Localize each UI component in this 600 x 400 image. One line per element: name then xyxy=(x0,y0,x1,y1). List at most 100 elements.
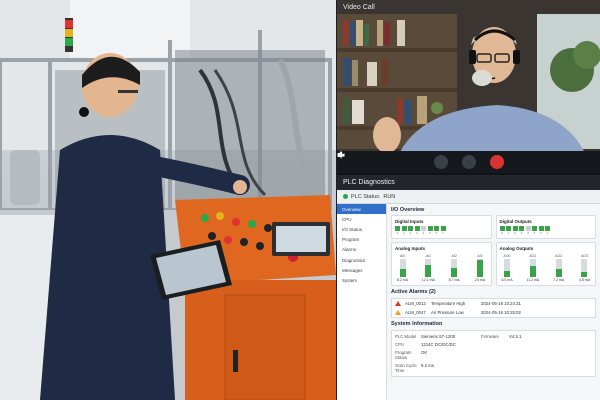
call-controls xyxy=(337,151,600,173)
plc-status-value: RUN xyxy=(383,193,396,200)
system-info-table: PLC Model Siemens S7-1200 Firmware V4.5.1 CP… xyxy=(391,330,596,378)
plc-title: PLC Diagnostics xyxy=(337,175,600,190)
analog-level-fill xyxy=(529,266,536,277)
io-bit-label: 4 xyxy=(422,231,425,235)
camera-button[interactable] xyxy=(337,153,476,169)
end-call-button[interactable] xyxy=(337,154,504,169)
sidebar-item-system[interactable]: System xyxy=(337,275,386,285)
io-bit-label: 4 xyxy=(527,231,529,235)
analog-level-bar xyxy=(581,259,588,277)
analog-channel-value: 12.1 mA xyxy=(421,278,435,282)
system-info-row: Scan Cycle Time 8.2 ms xyxy=(395,361,592,374)
analog-level-fill xyxy=(504,270,510,277)
digital-outputs-card: Digital Outputs 01234567 xyxy=(495,215,596,239)
analog-channel-value: 7.2 mA xyxy=(553,278,565,282)
sidebar-item-alarms[interactable]: Alarms xyxy=(337,245,386,255)
analog-level-fill xyxy=(425,265,432,277)
analog-channel-value: 11.2 mA xyxy=(526,278,540,282)
alarm-description: Air Pressure Low xyxy=(431,310,464,315)
alarm-row[interactable]: ALM_0047 Air Pressure Low 2024-05-16 10:25… xyxy=(392,308,595,317)
system-info-value: OK xyxy=(421,349,428,355)
alarm-warning-icon xyxy=(395,301,401,306)
io-bit-label: 6 xyxy=(435,231,438,235)
analog-channel-label: AO1 xyxy=(529,254,537,258)
plc-status-label: PLC Status: xyxy=(351,193,381,200)
system-info-key: Firmware xyxy=(481,334,499,340)
system-info-row: CPU 1214C DC/DC/DC xyxy=(395,341,592,349)
digital-inputs-labels: 01234567 xyxy=(395,231,488,235)
analog-level-fill xyxy=(476,259,483,277)
system-info-row: Program Status OK xyxy=(395,349,592,362)
analog-level-bar xyxy=(476,259,483,277)
video-call-window: Video Call xyxy=(337,0,600,173)
plc-diagnostics-window: PLC Diagnostics PLC Status: RUN Overview… xyxy=(337,175,600,400)
digital-outputs-labels: 01234567 xyxy=(500,231,593,235)
plc-main: I/O Overview Digital Inputs 01234567 Dig… xyxy=(389,204,598,400)
analog-level-bar xyxy=(425,259,432,277)
analog-inputs-channels: AI0 8.2 mA AI1 12.1 mA AI2 8.7 mA AI3 24 mA xyxy=(395,253,488,282)
sidebar-item-messages[interactable]: Messages xyxy=(337,265,386,275)
sidebar-item-diagnostics[interactable]: Diagnostics xyxy=(337,255,386,265)
active-alarms-title: Active Alarms (2) xyxy=(391,289,436,295)
analog-channel-value: 8.2 mA xyxy=(396,278,409,282)
analog-channel-label: AO2 xyxy=(555,254,563,258)
analog-channel-label: AI1 xyxy=(425,254,431,258)
alarm-row[interactable]: ALM_0012 Temperature High 2024-05-16 10:24… xyxy=(392,299,595,308)
analog-channel-value: 8.7 mA xyxy=(448,278,460,282)
alarm-description: Temperature High xyxy=(431,301,466,306)
analog-channel-label: AI2 xyxy=(451,254,457,258)
analog-outputs-title: Analog Outputs xyxy=(499,246,534,251)
hang-up-icon xyxy=(337,154,345,157)
analog-level-fill xyxy=(581,271,588,277)
io-bit-label: 7 xyxy=(442,231,444,235)
alarm-time: 2024-05-16 10:24:31 xyxy=(481,301,521,306)
analog-channel: AI0 8.2 mA xyxy=(395,254,410,282)
digital-inputs-card: Digital Inputs 01234567 xyxy=(391,215,492,239)
analog-channel-label: AO0 xyxy=(503,254,511,258)
system-info-row: PLC Model Siemens S7-1200 Firmware V4.5.1 xyxy=(395,333,592,341)
analog-level-bar xyxy=(451,259,458,277)
system-info-value: V4.5.1 xyxy=(509,334,522,340)
sidebar-item-program[interactable]: Program xyxy=(337,235,386,245)
io-bit-label: 3 xyxy=(520,231,523,235)
analog-level-bar xyxy=(504,259,510,277)
analog-level-bar xyxy=(555,259,562,277)
system-info-title: System Information xyxy=(391,321,443,327)
io-bit-label: 0 xyxy=(501,231,503,235)
status-indicator-icon xyxy=(343,194,348,199)
system-info-key: PLC Model xyxy=(395,334,417,340)
analog-outputs-card: Analog Outputs AO0 6.0 mA AO1 11.2 mA AO2 7.2… xyxy=(495,242,596,286)
analog-channel: AO2 7.2 mA xyxy=(551,254,566,282)
plc-status-bar: PLC Status: RUN xyxy=(337,190,600,204)
io-bit-label: 3 xyxy=(416,231,418,235)
analog-inputs-card: Analog Inputs AI0 8.2 mA AI1 12.1 mA AI2 8.7 … xyxy=(391,242,492,286)
analog-channel-label: AI0 xyxy=(399,254,406,258)
io-bit-label: 6 xyxy=(540,231,542,235)
io-bit-label: 7 xyxy=(546,231,549,235)
analog-level-bar xyxy=(399,259,406,277)
analog-channel: AO1 11.2 mA xyxy=(525,254,540,282)
alarm-warning-icon xyxy=(395,310,401,315)
analog-channel: AO3 4.8 mA xyxy=(577,254,592,282)
io-bit-label: 2 xyxy=(514,231,516,235)
system-info-key: Program Status xyxy=(395,349,412,360)
sidebar-item-io-status[interactable]: I/O Status xyxy=(337,224,386,234)
sidebar-item-overview[interactable]: Overview xyxy=(337,204,386,215)
mic-button[interactable] xyxy=(338,151,448,169)
sidebar-item-cpu[interactable]: CPU xyxy=(337,214,386,224)
system-info-value: 1214C DC/DC/DC xyxy=(421,342,456,348)
io-bit-label: 1 xyxy=(403,231,405,235)
analog-channel: AO0 6.0 mA xyxy=(500,254,515,282)
alarm-time: 2024-05-16 10:25:02 xyxy=(481,310,521,315)
plc-sidebar: Overview CPU I/O Status Program Alarms D… xyxy=(337,204,387,400)
system-info-key: CPU xyxy=(395,342,405,348)
right-panel: Video Call PLC Diagnostics PLC Status: R… xyxy=(337,0,600,400)
analog-channel-label: AO3 xyxy=(580,254,588,258)
alarm-id: ALM_0012 xyxy=(405,301,426,306)
system-info-key: Scan Cycle Time xyxy=(395,362,417,373)
analog-channel: AI3 24 mA xyxy=(472,254,487,282)
video-call-title: Video Call xyxy=(343,4,375,11)
analog-outputs-channels: AO0 6.0 mA AO1 11.2 mA AO2 7.2 mA AO3 4.8 mA xyxy=(500,253,593,282)
analog-channel: AI1 12.1 mA xyxy=(421,254,436,282)
analog-level-bar xyxy=(529,259,536,277)
